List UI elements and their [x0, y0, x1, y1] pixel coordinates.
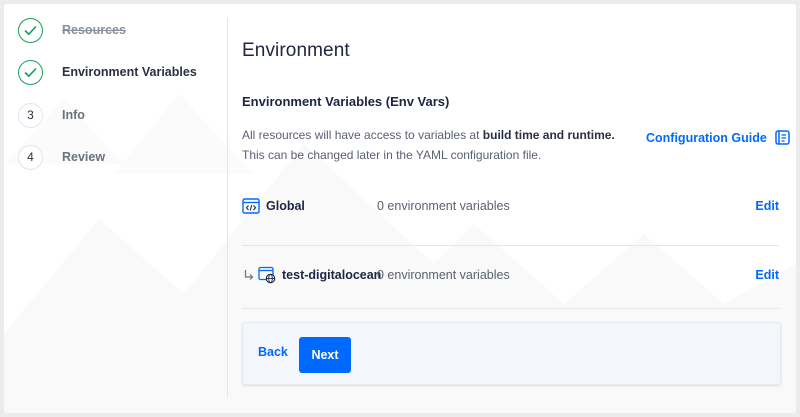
env-row-count: 0 environment variables: [377, 268, 510, 282]
sidebar-divider: [227, 18, 228, 398]
wizard-footer: Back Next: [242, 322, 781, 385]
edit-component-button[interactable]: Edit: [755, 268, 779, 282]
step-label: Info: [62, 108, 85, 122]
check-icon: [18, 59, 43, 85]
code-window-icon: [242, 198, 260, 214]
env-row-global: Global 0 environment variables Edit: [242, 184, 779, 228]
step-label: Environment Variables: [62, 65, 197, 79]
step-label: Review: [62, 150, 106, 164]
section-description: All resources will have access to variab…: [242, 128, 615, 162]
back-button[interactable]: Back: [258, 345, 288, 359]
web-component-icon: [258, 266, 276, 284]
step-review[interactable]: 4 Review: [18, 144, 105, 170]
page-title: Environment: [242, 40, 350, 61]
step-environment-variables[interactable]: Environment Variables: [18, 59, 197, 85]
step-number: 3: [18, 102, 43, 128]
step-info[interactable]: 3 Info: [18, 102, 85, 128]
section-subtitle: Environment Variables (Env Vars): [242, 94, 450, 109]
next-button[interactable]: Next: [299, 337, 351, 373]
step-resources[interactable]: Resources: [18, 17, 126, 43]
env-row-name: Global: [266, 199, 305, 213]
env-row-count: 0 environment variables: [377, 199, 510, 213]
sub-arrow-icon: [244, 269, 254, 281]
row-divider: [242, 245, 779, 246]
wizard-steps-sidebar: Resources Environment Variables 3 Info 4…: [4, 4, 228, 413]
env-row-component: test-digitalocean 0 environment variable…: [242, 253, 779, 297]
check-icon: [18, 17, 43, 43]
book-icon: [775, 130, 790, 145]
row-divider: [242, 308, 779, 309]
step-number: 4: [18, 144, 43, 170]
edit-global-button[interactable]: Edit: [755, 199, 779, 213]
configuration-guide-link[interactable]: Configuration Guide: [646, 130, 790, 145]
wizard-frame: Resources Environment Variables 3 Info 4…: [4, 4, 796, 413]
env-row-name: test-digitalocean: [282, 268, 382, 282]
step-label: Resources: [62, 23, 126, 37]
